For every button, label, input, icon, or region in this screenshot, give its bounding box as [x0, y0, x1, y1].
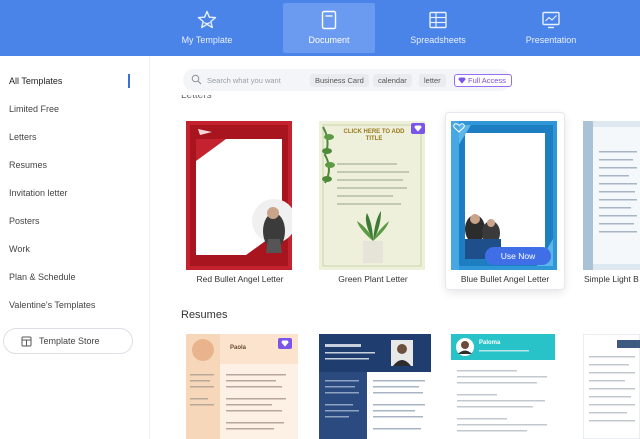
sidebar-item-invitation-letter[interactable]: Invitation letter: [9, 188, 68, 198]
use-now-button[interactable]: Use Now: [485, 247, 551, 265]
resume-card-1[interactable]: Paola: [186, 334, 298, 439]
sidebar-item-valentines-templates[interactable]: Valentine's Templates: [9, 300, 95, 310]
sidebar-item-letters[interactable]: Letters: [9, 132, 37, 142]
template-thumbnail: CLICK HERE TO ADD TITLE: [319, 121, 425, 270]
resume-card-4[interactable]: [583, 334, 640, 439]
template-title: Simple Light B: [584, 274, 639, 284]
category-sidebar: All Templates Limited Free Letters Resum…: [0, 56, 150, 439]
sidebar-item-posters[interactable]: Posters: [9, 216, 40, 226]
section-title-letters: Letters: [181, 95, 212, 101]
sidebar-item-all-templates[interactable]: All Templates: [9, 76, 62, 86]
green-letter-preview: [319, 121, 425, 270]
search-input[interactable]: [207, 72, 283, 88]
tab-label: Presentation: [525, 35, 577, 45]
tab-label: Spreadsheets: [410, 35, 466, 45]
diamond-icon: [281, 340, 289, 347]
full-access-label: Full Access: [468, 76, 506, 85]
presentation-icon: [542, 11, 560, 29]
resume-preview: [583, 334, 640, 439]
template-store-label: Template Store: [39, 336, 100, 346]
chip-calendar[interactable]: calendar: [373, 74, 412, 87]
resume-card-2[interactable]: [319, 334, 431, 439]
light-letter-preview: [583, 121, 640, 270]
template-thumbnail: [186, 121, 292, 270]
diamond-icon: [414, 125, 422, 132]
letter-title-placeholder: CLICK HERE TO ADD TITLE: [343, 129, 405, 142]
template-title: Blue Bullet Angel Letter: [460, 274, 550, 284]
sidebar-item-limited-free[interactable]: Limited Free: [9, 104, 59, 114]
sidebar-item-work[interactable]: Work: [9, 244, 30, 254]
sidebar-item-plan-schedule[interactable]: Plan & Schedule: [9, 272, 76, 282]
chip-business-card[interactable]: Business Card: [310, 74, 369, 87]
template-title: Red Bullet Angel Letter: [196, 274, 284, 284]
active-indicator: [128, 74, 130, 88]
section-title-resumes: Resumes: [181, 309, 228, 321]
heart-icon[interactable]: [453, 123, 465, 133]
template-card-red-bullet-angel-letter[interactable]: Red Bullet Angel Letter: [181, 113, 299, 289]
store-icon: [21, 336, 32, 347]
tab-label: Document: [308, 35, 350, 45]
template-title: Green Plant Letter: [338, 274, 408, 284]
star-icon: [197, 10, 217, 29]
resume-card-3[interactable]: Paloma: [451, 334, 563, 439]
tab-presentation[interactable]: Presentation: [505, 3, 597, 53]
diamond-icon: [458, 77, 466, 84]
tab-label: My Template: [181, 35, 233, 45]
resume-name: Paola: [230, 345, 247, 351]
template-card-simple-light[interactable]: Simple Light B: [578, 113, 640, 289]
resume-name: Paloma: [479, 340, 501, 346]
chip-letter[interactable]: letter: [419, 74, 446, 87]
spreadsheet-icon: [429, 11, 447, 29]
template-thumbnail: [583, 121, 640, 270]
tab-document[interactable]: Document: [283, 3, 375, 53]
search-bar: Business Card calendar letter Full Acces…: [183, 69, 512, 91]
top-navigation: My Template Document Spreadsheets Presen…: [0, 0, 640, 56]
tab-spreadsheets[interactable]: Spreadsheets: [392, 3, 484, 53]
resume-preview: [451, 334, 563, 439]
premium-badge: [278, 338, 292, 349]
premium-badge: [411, 123, 425, 134]
full-access-button[interactable]: Full Access: [454, 74, 512, 87]
resume-preview: [319, 334, 431, 439]
template-store-button[interactable]: Template Store: [3, 328, 133, 354]
red-letter-preview: [186, 121, 292, 270]
template-card-green-plant-letter[interactable]: CLICK HERE TO ADD TITLE Green Plant Lett…: [314, 113, 432, 289]
document-icon: [321, 10, 337, 30]
tab-my-template[interactable]: My Template: [161, 3, 253, 53]
search-icon: [191, 74, 202, 85]
sidebar-item-resumes[interactable]: Resumes: [9, 160, 47, 170]
